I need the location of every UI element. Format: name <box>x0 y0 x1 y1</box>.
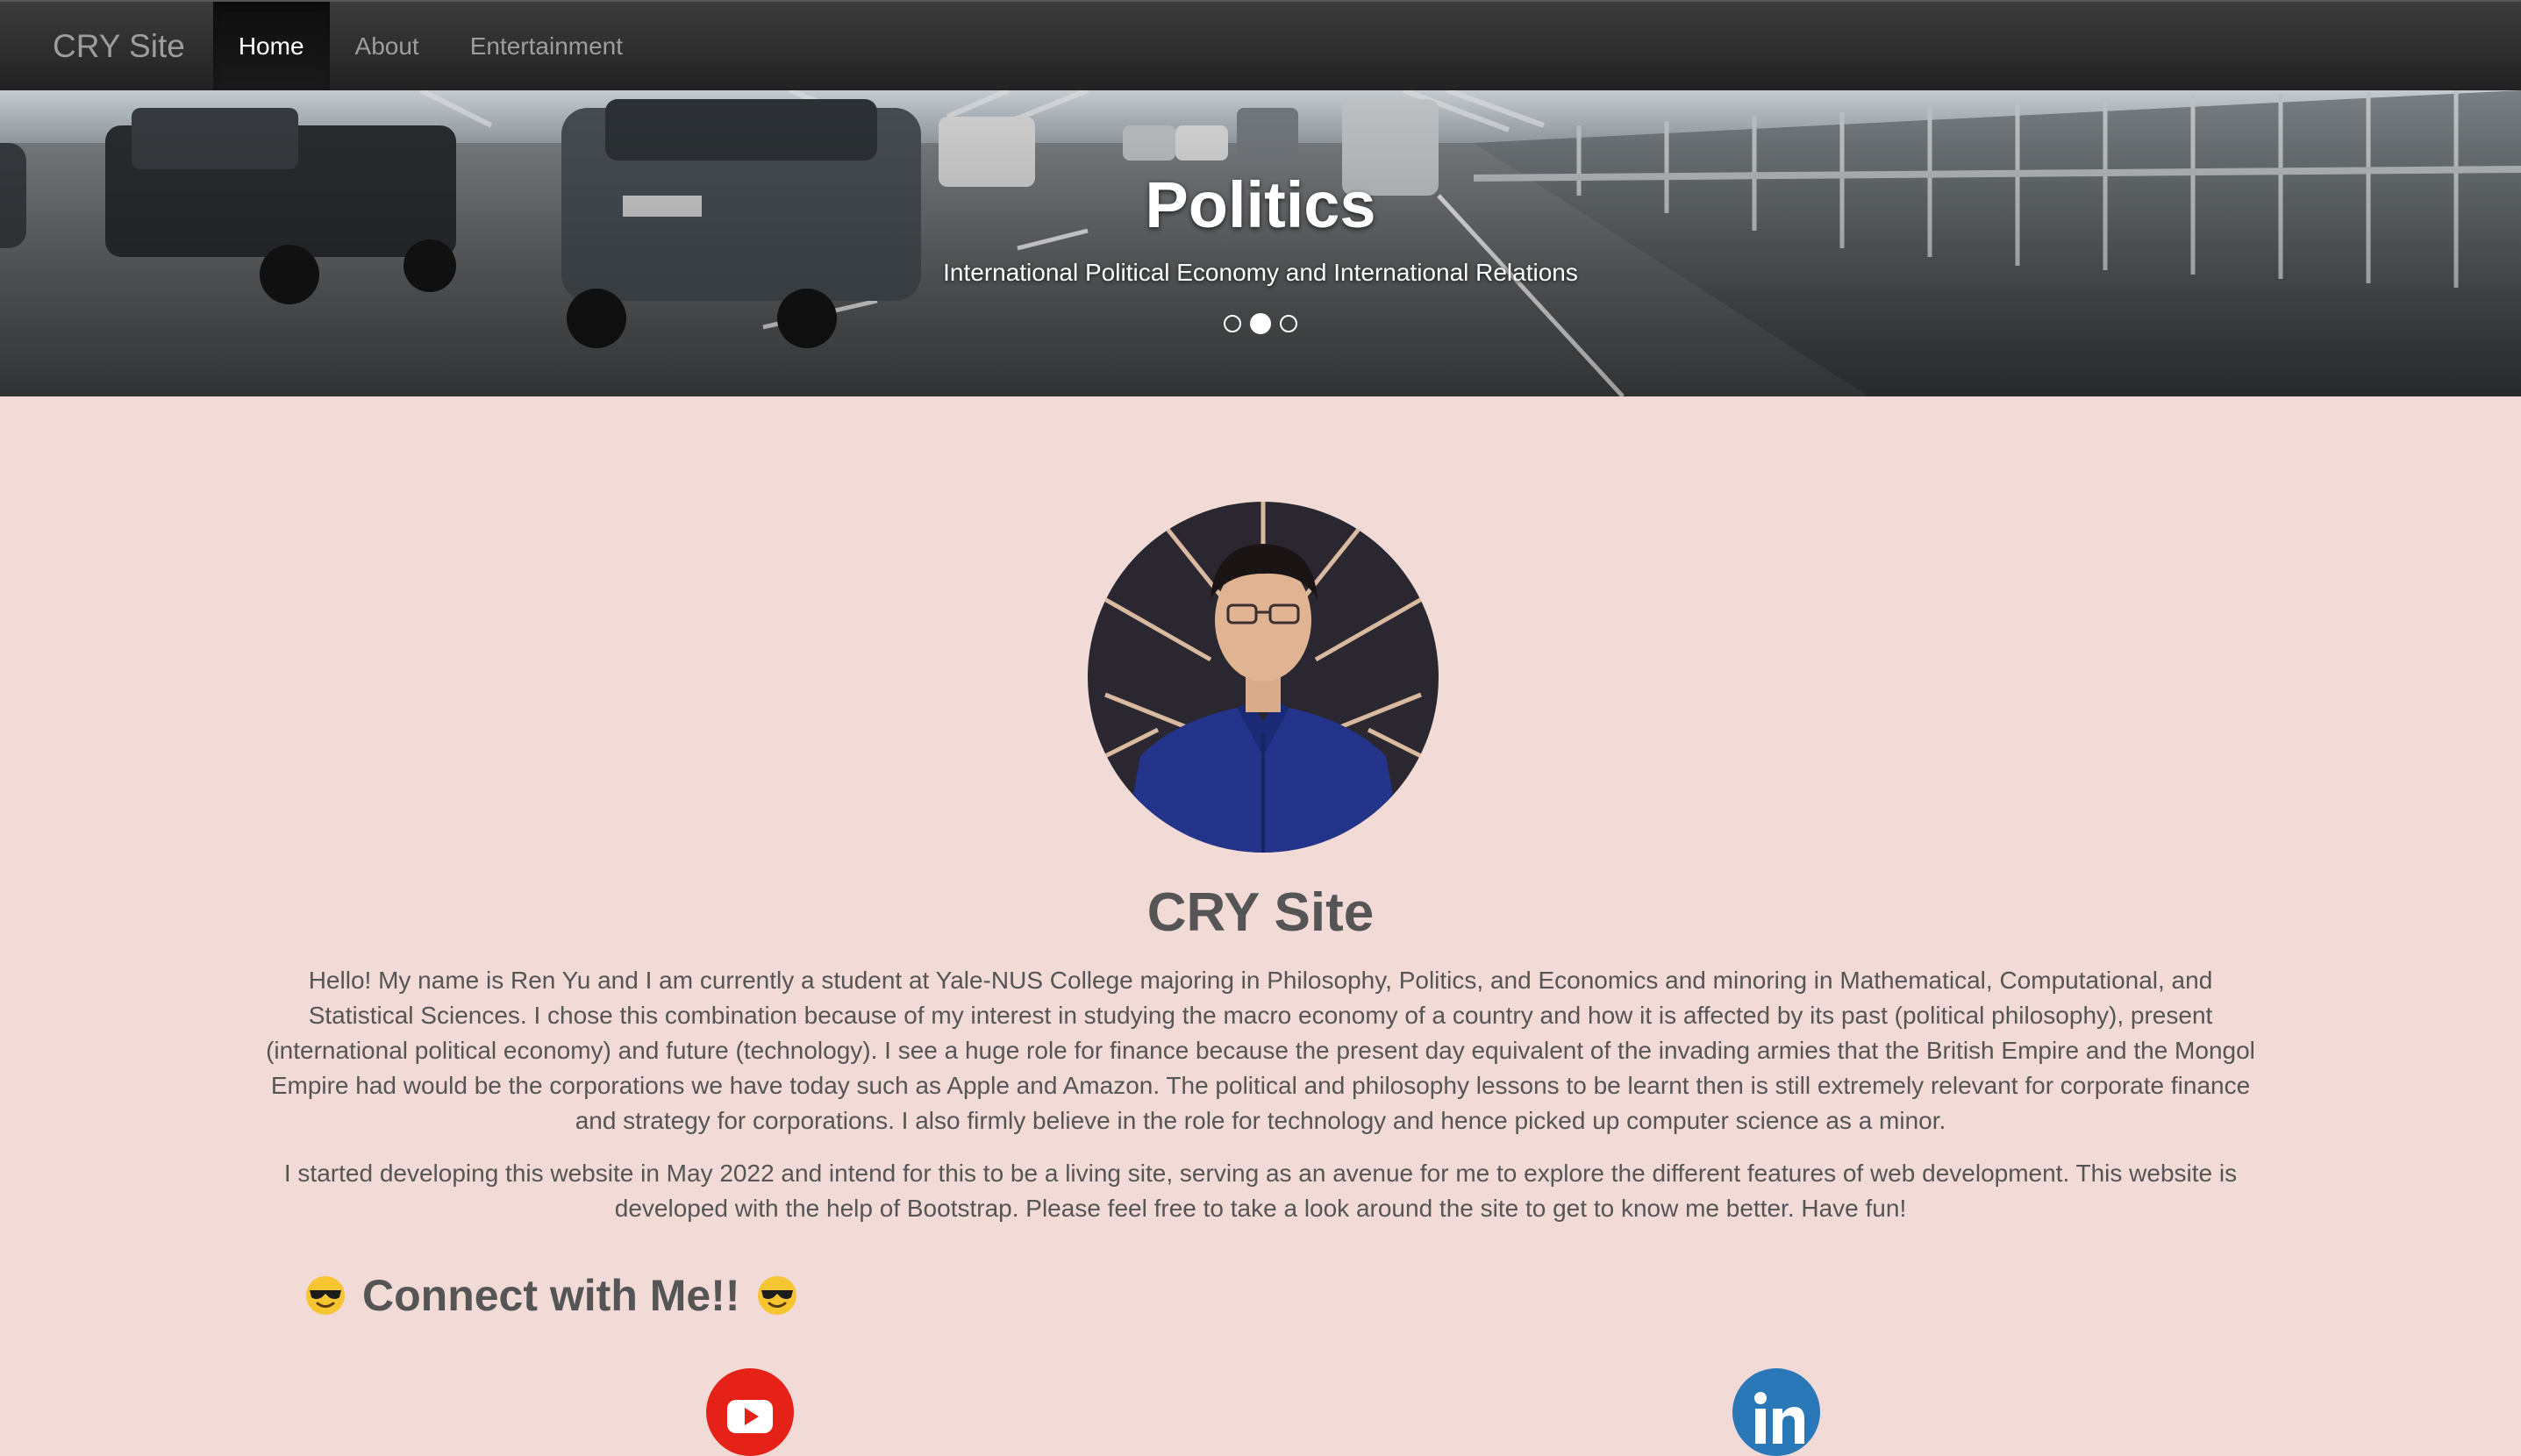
intro-paragraph-2: I started developing this website in May… <box>283 1160 2238 1222</box>
navbar-brand[interactable]: CRY Site <box>0 2 213 90</box>
connect-heading-text: Connect with Me!! <box>362 1271 740 1320</box>
youtube-link[interactable] <box>706 1368 794 1456</box>
carousel-indicators <box>0 313 2521 334</box>
youtube-icon <box>727 1400 773 1433</box>
hero-carousel[interactable]: Politics International Political Economy… <box>0 90 2521 396</box>
profile-title: CRY Site <box>1146 882 1375 943</box>
connect-heading: Connect with Me!! <box>304 1270 798 1321</box>
carousel-indicator-3[interactable] <box>1280 315 1297 332</box>
navbar: CRY Site Home About Entertainment <box>0 0 2521 90</box>
carousel-background-image <box>0 90 2521 396</box>
sunglasses-face-icon <box>757 1276 796 1315</box>
linkedin-icon <box>1754 1392 1804 1444</box>
nav-item-home[interactable]: Home <box>212 2 330 90</box>
intro-paragraph-1: Hello! My name is Ren Yu and I am curren… <box>266 967 2255 1134</box>
linkedin-link[interactable] <box>1732 1368 1820 1456</box>
carousel-title: Politics <box>1145 168 1376 241</box>
sunglasses-face-icon <box>306 1276 345 1315</box>
nav-item-about[interactable]: About <box>330 2 445 90</box>
profile-photo <box>1088 502 1439 853</box>
carousel-indicator-1[interactable] <box>1224 315 1241 332</box>
nav-item-entertainment[interactable]: Entertainment <box>445 2 648 90</box>
carousel-subtitle: International Political Economy and Inte… <box>943 259 1578 286</box>
carousel-indicator-2[interactable] <box>1250 313 1271 334</box>
